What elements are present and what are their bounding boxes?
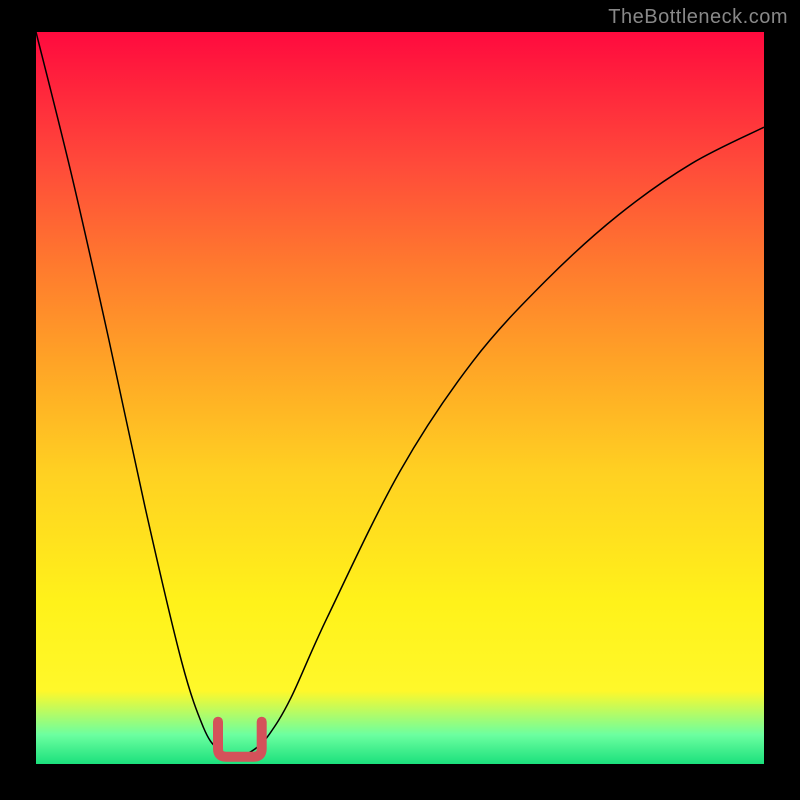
chart-frame: TheBottleneck.com	[0, 0, 800, 800]
curve-svg	[36, 32, 764, 764]
plot-area	[36, 32, 764, 764]
watermark-text: TheBottleneck.com	[608, 6, 788, 29]
bottleneck-curve	[36, 32, 764, 758]
minimum-marker	[218, 722, 262, 757]
